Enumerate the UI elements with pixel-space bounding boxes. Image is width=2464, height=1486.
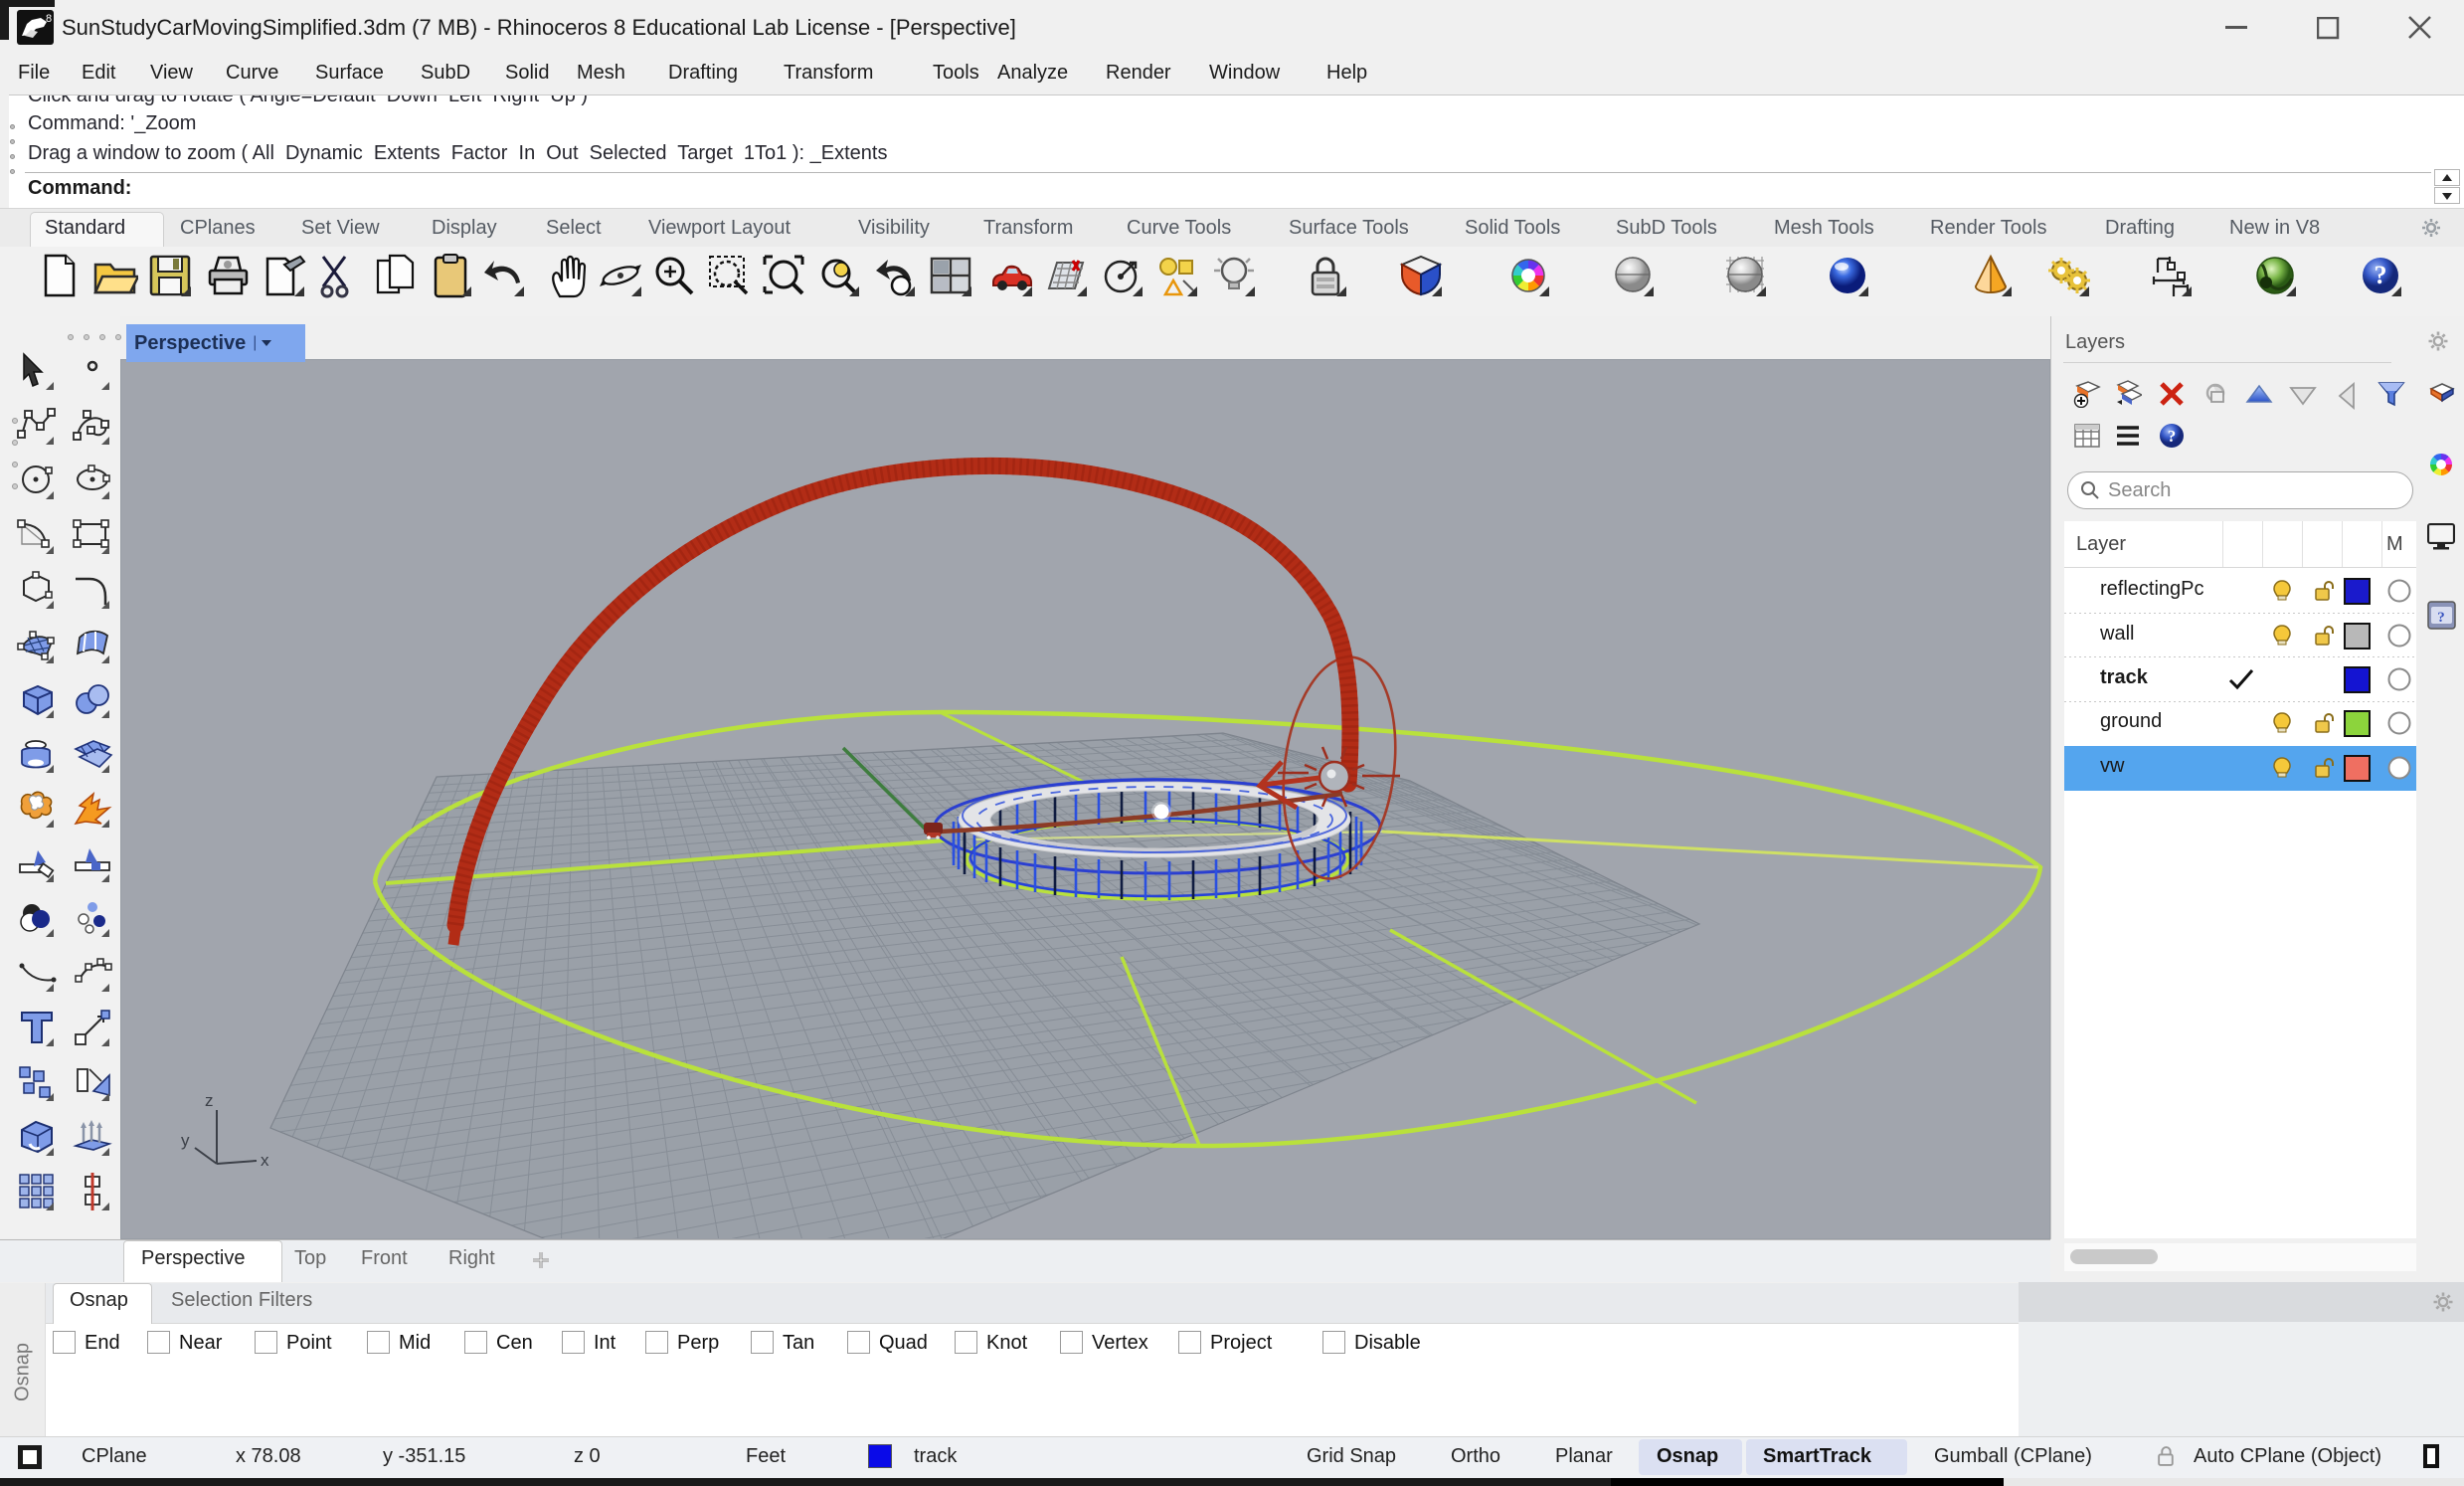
svg-text:?: ? [2375,261,2387,289]
svg-text:x: x [261,1151,269,1170]
svg-text:z: z [205,1091,214,1110]
svg-text:y: y [181,1131,190,1150]
svg-text:?: ? [2437,610,2445,626]
svg-text:8: 8 [46,13,52,25]
svg-text:?: ? [2168,427,2177,446]
